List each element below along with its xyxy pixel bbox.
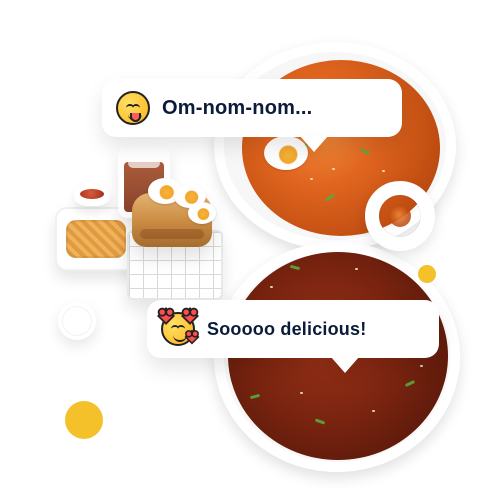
emoji-eye-right bbox=[132, 104, 140, 110]
sesame-seed bbox=[332, 168, 335, 170]
sesame-seed bbox=[420, 365, 423, 367]
decorative-dot bbox=[65, 401, 103, 439]
emoji-tongue bbox=[130, 113, 141, 122]
chat-bubble-text: Sooooo delicious! bbox=[207, 318, 367, 339]
chat-bubble-delicious: Sooooo delicious! bbox=[147, 300, 439, 358]
egg-slice bbox=[188, 202, 216, 224]
yum-emoji-icon bbox=[116, 91, 150, 125]
chat-bubble-text: Om-nom-nom... bbox=[162, 96, 313, 119]
sesame-seed bbox=[270, 286, 273, 288]
sesame-seed bbox=[382, 170, 385, 172]
sesame-seed bbox=[300, 392, 303, 394]
heart-icon bbox=[157, 307, 175, 325]
sesame-seed bbox=[310, 178, 313, 180]
zoom-ring-food bbox=[389, 205, 411, 227]
heart-icon bbox=[181, 307, 199, 325]
decorative-dot bbox=[418, 265, 436, 283]
sesame-seed bbox=[372, 410, 375, 412]
dipping-sauce-cup bbox=[74, 184, 110, 206]
decorative-ring bbox=[58, 302, 96, 340]
heart-icon bbox=[184, 329, 200, 345]
hash-brown bbox=[66, 220, 126, 258]
zoom-ring bbox=[365, 181, 435, 251]
chat-bubble-om-nom: Om-nom-nom... bbox=[102, 79, 402, 137]
emoji-eye-right bbox=[177, 325, 185, 331]
sesame-seed bbox=[355, 268, 358, 270]
love-emoji-icon bbox=[157, 307, 200, 346]
